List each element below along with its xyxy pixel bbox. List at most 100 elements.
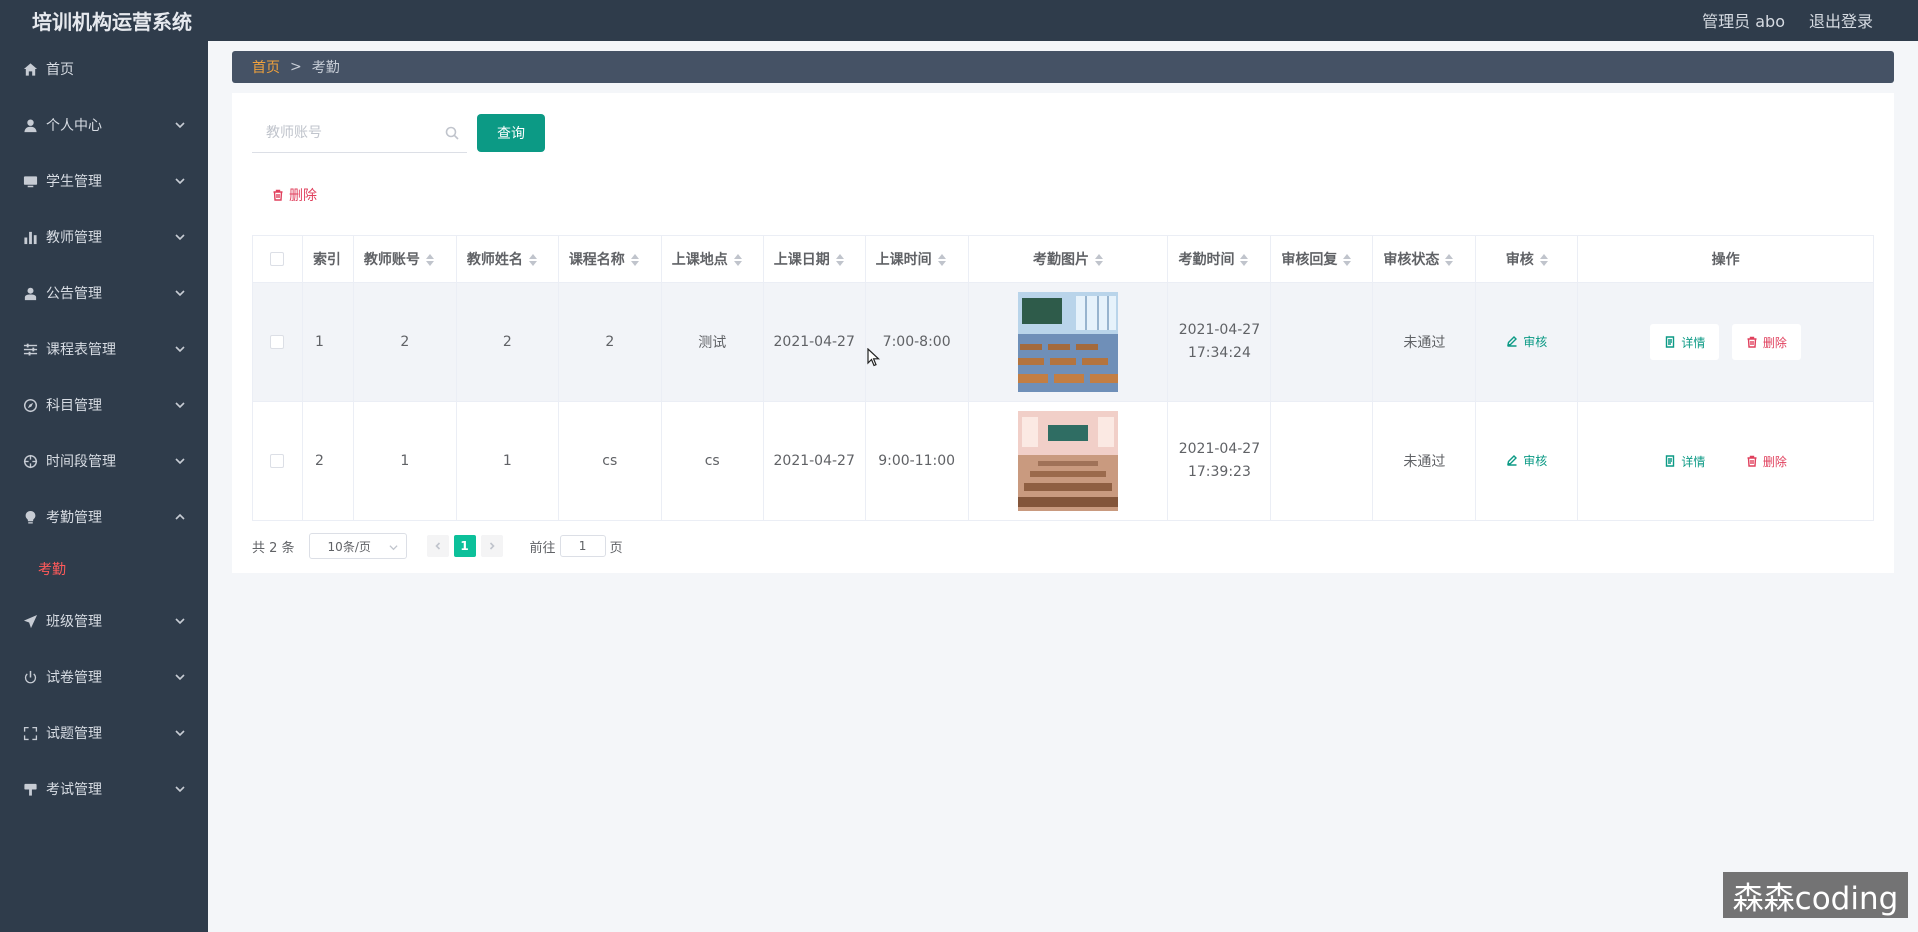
sort-icon[interactable]: [1095, 254, 1104, 266]
goto-unit: 页: [609, 540, 623, 556]
page-size-select[interactable]: 10条/页: [308, 533, 407, 559]
chevron-down-icon: [174, 615, 186, 627]
sidebar-item-personal[interactable]: 个人中心: [0, 97, 208, 153]
sidebar: 首页 个人中心 学生管理 教师管理 公告管理 课程表管理 科目管理 时间段管理 …: [0, 41, 208, 932]
sidebar-item-subjects[interactable]: 科目管理: [0, 377, 208, 433]
breadcrumb-home[interactable]: 首页: [252, 57, 280, 77]
stamp-icon: [22, 781, 38, 797]
query-button[interactable]: 查询: [477, 114, 545, 152]
sidebar-subitem-attendance[interactable]: 考勤: [0, 545, 208, 593]
att-clock: 17:34:24: [1187, 345, 1251, 361]
audit-label: 审核: [1523, 334, 1548, 349]
sidebar-item-exams[interactable]: 考试管理: [0, 761, 208, 817]
header-att-time[interactable]: 考勤时间: [1167, 235, 1272, 283]
sidebar-item-notices[interactable]: 公告管理: [0, 265, 208, 321]
content-panel: 查询 删除 索引 教师账号 教师姓名 课程名称 上课地点 上课日期 上课时间 考: [232, 93, 1894, 573]
sort-icon[interactable]: [425, 254, 434, 266]
sort-icon[interactable]: [528, 254, 537, 266]
person-icon: [22, 285, 38, 301]
page-size-value: 10条/页: [327, 539, 371, 554]
header-label: 上课日期: [773, 252, 830, 268]
header-name[interactable]: 教师姓名: [456, 235, 559, 283]
delete-button[interactable]: 删除: [1731, 324, 1801, 360]
row-select-cell: [252, 401, 303, 521]
att-clock: 17:39:23: [1187, 464, 1251, 480]
chevron-down-icon: [174, 783, 186, 795]
crosshair-icon: [22, 453, 38, 469]
sidebar-item-label: 课程表管理: [46, 342, 116, 358]
detail-button[interactable]: 详情: [1650, 324, 1720, 360]
next-page-button[interactable]: [480, 535, 503, 557]
header-account[interactable]: 教师账号: [353, 235, 457, 283]
header-actions: 操作: [1577, 235, 1874, 283]
delete-label: 删除: [1762, 335, 1787, 350]
page-number-current[interactable]: 1: [453, 535, 476, 557]
header-label: 审核: [1505, 252, 1534, 268]
sort-icon[interactable]: [1343, 254, 1352, 266]
logout-link[interactable]: 退出登录: [1809, 8, 1873, 32]
sort-icon[interactable]: [937, 254, 946, 266]
search-box: [252, 115, 467, 153]
classroom-photo-thumbnail[interactable]: [1018, 411, 1119, 511]
sidebar-item-papers[interactable]: 试卷管理: [0, 649, 208, 705]
sidebar-item-teachers[interactable]: 教师管理: [0, 209, 208, 265]
sidebar-item-students[interactable]: 学生管理: [0, 153, 208, 209]
sort-icon[interactable]: [835, 254, 844, 266]
goto-page-input[interactable]: [559, 535, 606, 557]
table-row[interactable]: 1 2 2 2 测试 2021-04-27 7:00-8:00 2021-04-…: [252, 282, 1874, 402]
row-checkbox[interactable]: [270, 335, 285, 349]
header-time[interactable]: 上课时间: [865, 235, 969, 283]
sort-icon[interactable]: [1240, 254, 1249, 266]
header-label: 考勤时间: [1178, 252, 1235, 268]
goto-label: 前往: [529, 540, 556, 556]
trash-icon: [1747, 455, 1757, 467]
sidebar-item-schedule[interactable]: 课程表管理: [0, 321, 208, 377]
bar-chart-icon: [22, 229, 38, 245]
header-label: 课程名称: [568, 252, 625, 268]
table-header-row: 索引 教师账号 教师姓名 课程名称 上课地点 上课日期 上课时间 考勤图片 考勤…: [252, 235, 1874, 283]
goto-page: 前往 页: [530, 535, 623, 557]
sidebar-item-classes[interactable]: 班级管理: [0, 593, 208, 649]
header-reply[interactable]: 审核回复: [1270, 235, 1374, 283]
trash-icon: [1747, 336, 1757, 348]
sliders-icon: [22, 341, 38, 357]
sidebar-item-label: 试卷管理: [46, 670, 102, 686]
row-checkbox[interactable]: [270, 454, 285, 468]
header-photo[interactable]: 考勤图片: [968, 235, 1169, 283]
home-icon: [22, 61, 38, 77]
header-audit[interactable]: 审核: [1475, 235, 1579, 283]
fullscreen-icon: [22, 725, 38, 741]
classroom-photo-thumbnail[interactable]: [1018, 292, 1119, 392]
trash-icon: [273, 189, 283, 201]
cell-actions: 详情 删除: [1577, 401, 1874, 521]
sidebar-item-attendance[interactable]: 考勤管理: [0, 489, 208, 545]
audit-button[interactable]: 审核: [1506, 452, 1547, 469]
sort-icon[interactable]: [1445, 254, 1454, 266]
table-row[interactable]: 2 1 1 cs cs 2021-04-27 9:00-11:00 2021-0…: [252, 401, 1874, 521]
header-course[interactable]: 课程名称: [558, 235, 662, 283]
chevron-down-icon: [174, 175, 186, 187]
document-icon: [1666, 455, 1675, 467]
header-place[interactable]: 上课地点: [661, 235, 764, 283]
delete-label: 删除: [1762, 454, 1787, 469]
batch-delete-button[interactable]: 删除: [272, 183, 317, 207]
sidebar-item-questions[interactable]: 试题管理: [0, 705, 208, 761]
sort-icon[interactable]: [630, 254, 639, 266]
row-select-cell: [252, 282, 303, 402]
delete-button[interactable]: 删除: [1732, 443, 1801, 479]
mouse-cursor-icon: [867, 348, 881, 367]
sidebar-item-timeslots[interactable]: 时间段管理: [0, 433, 208, 489]
app-title: 培训机构运营系统: [32, 10, 192, 34]
prev-page-button[interactable]: [426, 535, 449, 557]
cell-account: 1: [353, 401, 457, 521]
sort-icon[interactable]: [1539, 254, 1548, 266]
sidebar-item-home[interactable]: 首页: [0, 41, 208, 97]
detail-button[interactable]: 详情: [1650, 443, 1719, 479]
cell-actions: 详情 删除: [1577, 282, 1874, 402]
sort-icon[interactable]: [733, 254, 742, 266]
header-date[interactable]: 上课日期: [763, 235, 866, 283]
audit-button[interactable]: 审核: [1506, 333, 1547, 350]
search-input[interactable]: [252, 115, 467, 151]
header-status[interactable]: 审核状态: [1372, 235, 1477, 283]
select-all-checkbox[interactable]: [270, 252, 285, 266]
